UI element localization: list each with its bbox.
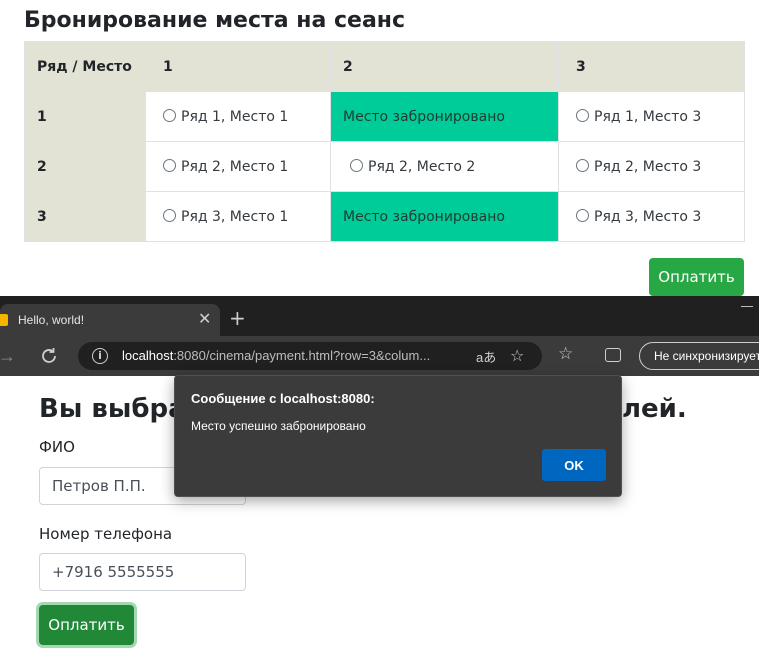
seat-option[interactable]: Ряд 2, Место 3: [558, 141, 745, 192]
url-text: localhost:8080/cinema/payment.html?row=3…: [122, 348, 431, 363]
radio-button[interactable]: [163, 158, 176, 172]
dialog-message: Место успешно забронировано: [191, 419, 366, 433]
seat-booked: Место забронировано: [330, 91, 559, 142]
row-label: 2: [24, 141, 146, 192]
header-col-1: 1: [145, 41, 331, 92]
favorites-icon[interactable]: ☆: [558, 344, 573, 364]
phone-field[interactable]: [39, 553, 246, 591]
collections-icon[interactable]: [605, 348, 621, 362]
radio-button[interactable]: [576, 158, 589, 172]
row-label: 1: [24, 91, 146, 142]
read-aloud-icon[interactable]: aあ: [476, 347, 496, 366]
new-tab-icon[interactable]: +: [229, 306, 246, 330]
seat-label: Ряд 2, Место 1: [181, 158, 289, 175]
info-icon[interactable]: i: [92, 348, 108, 364]
seat-option[interactable]: Ряд 3, Место 3: [558, 191, 745, 242]
address-bar[interactable]: i localhost:8080/cinema/payment.html?row…: [78, 342, 542, 370]
radio-button[interactable]: [163, 208, 176, 222]
seat-option[interactable]: Ряд 2, Место 1: [145, 141, 331, 192]
seat-table-header: Ряд / Место 1 2 3: [24, 41, 745, 92]
seat-label: Ряд 1, Место 1: [181, 108, 289, 125]
ok-button[interactable]: OK: [542, 449, 606, 481]
seat-option[interactable]: Ряд 2, Место 2: [330, 141, 559, 192]
row-label: 3: [24, 191, 146, 242]
sync-button[interactable]: Не синхронизирует: [639, 342, 759, 370]
pay-button-top[interactable]: Оплатить: [649, 258, 744, 296]
seat-label: Ряд 3, Место 1: [181, 208, 289, 225]
seat-booked: Место забронировано: [330, 191, 559, 242]
seat-label: Ряд 1, Место 3: [594, 108, 702, 125]
alert-dialog: Сообщение с localhost:8080: Место успешн…: [174, 375, 622, 497]
name-label: ФИО: [39, 438, 75, 456]
add-favorite-icon[interactable]: ☆: [510, 346, 524, 366]
seat-row-3: 3 Ряд 3, Место 1 Место забронировано Ряд…: [24, 191, 745, 242]
seat-table: Ряд / Место 1 2 3 1 Ряд 1, Место 1 Место…: [24, 41, 745, 242]
tab-bar: Hello, world! ✕ +: [0, 296, 759, 336]
seat-label: Ряд 2, Место 3: [594, 158, 702, 175]
page-heading-tail: лей.: [622, 394, 687, 424]
header-col-3: 3: [558, 41, 745, 92]
header-col-2: 2: [330, 41, 559, 92]
pay-button[interactable]: Оплатить: [39, 605, 134, 645]
seat-row-1: 1 Ряд 1, Место 1 Место забронировано Ряд…: [24, 91, 745, 142]
seat-option[interactable]: Ряд 3, Место 1: [145, 191, 331, 242]
header-corner: Ряд / Место: [24, 41, 146, 92]
phone-label: Номер телефона: [39, 525, 173, 543]
seat-label: Ряд 2, Место 2: [368, 158, 476, 175]
reload-icon[interactable]: [38, 345, 60, 367]
forward-icon[interactable]: →: [0, 346, 16, 367]
radio-button[interactable]: [576, 108, 589, 122]
browser-tab[interactable]: Hello, world! ✕: [0, 304, 220, 336]
booking-title: Бронирование места на сеанс: [24, 8, 406, 33]
favicon-icon: [0, 314, 8, 326]
seat-row-2: 2 Ряд 2, Место 1 Ряд 2, Место 2 Ряд 2, М…: [24, 141, 745, 192]
close-tab-icon[interactable]: ✕: [198, 309, 211, 328]
seat-option[interactable]: Ряд 1, Место 3: [558, 91, 745, 142]
seat-option[interactable]: Ряд 1, Место 1: [145, 91, 331, 142]
dialog-title: Сообщение с localhost:8080:: [191, 391, 375, 406]
tab-title: Hello, world!: [18, 313, 85, 327]
minimize-icon[interactable]: [741, 306, 753, 307]
seat-label: Ряд 3, Место 3: [594, 208, 702, 225]
radio-button[interactable]: [163, 108, 176, 122]
radio-button[interactable]: [576, 208, 589, 222]
radio-button[interactable]: [350, 158, 363, 172]
